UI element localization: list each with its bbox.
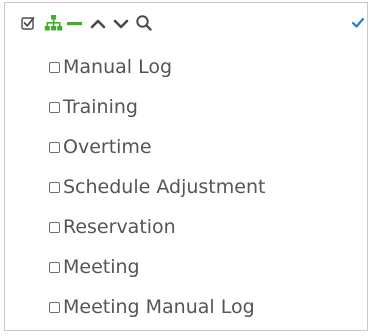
list-item-label: Schedule Adjustment — [63, 176, 266, 198]
list-item-label: Overtime — [63, 136, 152, 158]
checkbox[interactable] — [49, 261, 60, 273]
list-item-training[interactable]: Training — [49, 87, 265, 127]
search-icon[interactable] — [134, 13, 154, 33]
checkbox[interactable] — [49, 141, 60, 153]
list-item-overtime[interactable]: Overtime — [49, 127, 265, 167]
list-item-manual-log[interactable]: Manual Log — [49, 47, 265, 87]
option-list: Manual Log Training Overtime Schedule Ad… — [49, 47, 265, 327]
checkbox[interactable] — [49, 221, 60, 233]
hierarchy-icon[interactable] — [43, 13, 63, 33]
checkmark-icon[interactable] — [351, 13, 365, 33]
chevron-down-icon[interactable] — [111, 13, 131, 33]
checkbox[interactable] — [49, 101, 60, 113]
list-item-schedule-adjustment[interactable]: Schedule Adjustment — [49, 167, 265, 207]
checkbox[interactable] — [49, 61, 60, 73]
chevron-up-icon[interactable] — [88, 13, 108, 33]
list-item-label: Meeting — [63, 256, 140, 278]
list-item-reservation[interactable]: Reservation — [49, 207, 265, 247]
select-all-checkbox-icon[interactable] — [19, 13, 39, 33]
list-item-label: Training — [63, 96, 138, 118]
list-item-meeting-manual-log[interactable]: Meeting Manual Log — [49, 287, 265, 327]
list-item-label: Manual Log — [63, 56, 173, 78]
checkbox[interactable] — [49, 181, 60, 193]
toolbar — [5, 3, 367, 43]
list-item-meeting[interactable]: Meeting — [49, 247, 265, 287]
filter-panel: Manual Log Training Overtime Schedule Ad… — [4, 2, 368, 331]
collapse-minus-icon[interactable] — [65, 13, 85, 33]
checkbox[interactable] — [49, 301, 60, 313]
list-item-label: Reservation — [63, 216, 176, 238]
list-item-label: Meeting Manual Log — [63, 296, 255, 318]
